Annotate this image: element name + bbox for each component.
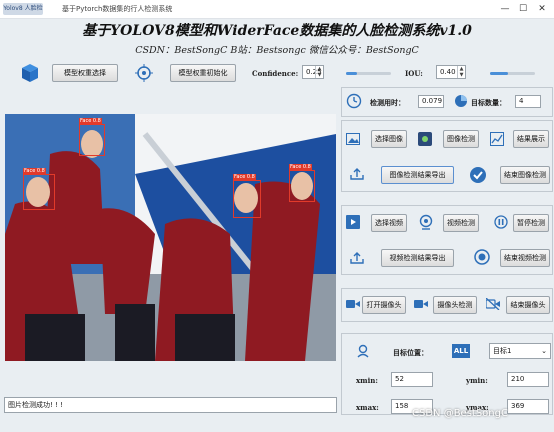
close-camera-button[interactable]: 结束摄像头 <box>506 296 550 314</box>
face-detection-box: Face 0.8 <box>233 174 261 218</box>
stop-icon <box>474 249 490 265</box>
window-titlebar: Yolov8 人脸检测 基于Pytorch数据集的行人检测系统 — ☐ ✕ <box>0 0 554 19</box>
target-select-dropdown[interactable]: 目标1 ⌄ <box>489 343 551 359</box>
end-video-detect-button[interactable]: 结束视频检测 <box>500 249 550 267</box>
end-image-detect-button[interactable]: 结束图像检测 <box>500 166 550 184</box>
face-detection-label: Face 0.8 <box>233 174 256 180</box>
checkmark-icon <box>470 167 486 183</box>
time-label: 检测用时： <box>370 98 405 107</box>
face-detection-box: Face 0.8 <box>289 164 315 202</box>
xmin-field: 52 <box>391 372 433 387</box>
export-video-result-button[interactable]: 视频检测结果导出 <box>381 249 454 267</box>
confidence-spinbox[interactable]: 0.25 ▲ ▼ <box>302 65 324 79</box>
open-camera-button[interactable]: 打开摄像头 <box>362 296 406 314</box>
page-subtitle: CSDN：BestSongC B站：Bestsongc 微信公众号：BestSo… <box>135 45 419 56</box>
spin-arrows-icon[interactable]: ▲ ▼ <box>315 66 323 78</box>
detection-photo <box>5 114 336 361</box>
pie-chart-icon <box>454 94 468 108</box>
image-icon <box>346 133 360 145</box>
webcam-icon <box>418 214 434 230</box>
spin-arrows-icon[interactable]: ▲ ▼ <box>457 66 465 78</box>
status-message: 图片检测成功! ! ! <box>4 397 337 413</box>
count-field: 4 <box>515 95 541 108</box>
line-chart-icon <box>490 132 504 146</box>
iou-label: IOU: <box>405 69 423 78</box>
clock-icon <box>346 93 362 109</box>
model-select-button[interactable]: 模型权重选择 <box>52 64 118 82</box>
close-button[interactable]: ✕ <box>533 2 551 16</box>
xmin-label: xmin: <box>356 376 378 385</box>
camera-off-icon <box>485 297 500 311</box>
iou-slider[interactable] <box>490 72 535 75</box>
model-init-button[interactable]: 模型权重初始化 <box>170 64 236 82</box>
all-targets-badge: ALL <box>452 344 470 358</box>
confidence-slider[interactable] <box>346 72 391 75</box>
camera-detect-icon <box>414 298 428 310</box>
time-field: 0.079 <box>418 95 444 108</box>
watermark: CSDN @BestSongC <box>412 408 508 419</box>
camera-detect-button[interactable]: 摄像头检测 <box>433 296 477 314</box>
select-video-button[interactable]: 选择视频 <box>371 214 407 232</box>
iou-spinbox[interactable]: 0.40 ▲ ▼ <box>436 65 466 79</box>
xmax-label: xmax: <box>356 403 379 412</box>
face-detection-label: Face 0.8 <box>79 118 102 124</box>
image-detect-icon <box>418 132 432 146</box>
cube-icon <box>20 63 40 83</box>
iou-slider-fill <box>490 72 508 75</box>
target-icon <box>135 64 153 82</box>
location-pin-icon <box>356 344 370 358</box>
upload-icon <box>350 168 364 180</box>
page-title: 基于YOLOV8模型和WiderFace数据集的人脸检测系统v1.0 <box>82 23 472 39</box>
face-detection-box: Face 0.8 <box>79 118 105 156</box>
minimize-button[interactable]: — <box>496 2 514 16</box>
target-position-label: 目标位置： <box>393 348 428 357</box>
image-display: Face 0.8 Face 0.8 Face 0.8 Face 0.8 <box>5 114 336 361</box>
ymax-field: 369 <box>507 399 549 414</box>
confidence-slider-fill <box>346 72 358 75</box>
face-detection-label: Face 0.8 <box>23 168 46 174</box>
video-detect-button[interactable]: 视频检测 <box>443 214 479 232</box>
target-select-value: 目标1 <box>493 347 512 355</box>
pause-icon <box>494 215 508 229</box>
count-label: 目标数量： <box>471 98 506 107</box>
upload-icon <box>350 252 364 264</box>
window-title: 基于Pytorch数据集的行人检测系统 <box>62 5 173 13</box>
select-image-button[interactable]: 选择图像 <box>371 130 407 148</box>
ymin-field: 210 <box>507 372 549 387</box>
export-image-result-button[interactable]: 图像检测结果导出 <box>381 166 454 184</box>
app-badge: Yolov8 人脸检测 <box>3 3 43 15</box>
show-result-button[interactable]: 结果展示 <box>513 130 549 148</box>
ymin-label: ymin: <box>466 376 488 385</box>
confidence-label: Confidence: <box>252 69 299 78</box>
video-camera-icon <box>346 298 360 310</box>
face-detection-label: Face 0.8 <box>289 164 312 170</box>
chevron-down-icon[interactable]: ⌄ <box>541 344 547 358</box>
face-detection-box: Face 0.8 <box>23 168 55 210</box>
video-file-icon <box>346 215 360 229</box>
maximize-button[interactable]: ☐ <box>514 2 532 16</box>
pause-detect-button[interactable]: 暂停检测 <box>513 214 549 232</box>
iou-value: 0.40 <box>440 68 456 76</box>
image-detect-button[interactable]: 图像检测 <box>443 130 479 148</box>
